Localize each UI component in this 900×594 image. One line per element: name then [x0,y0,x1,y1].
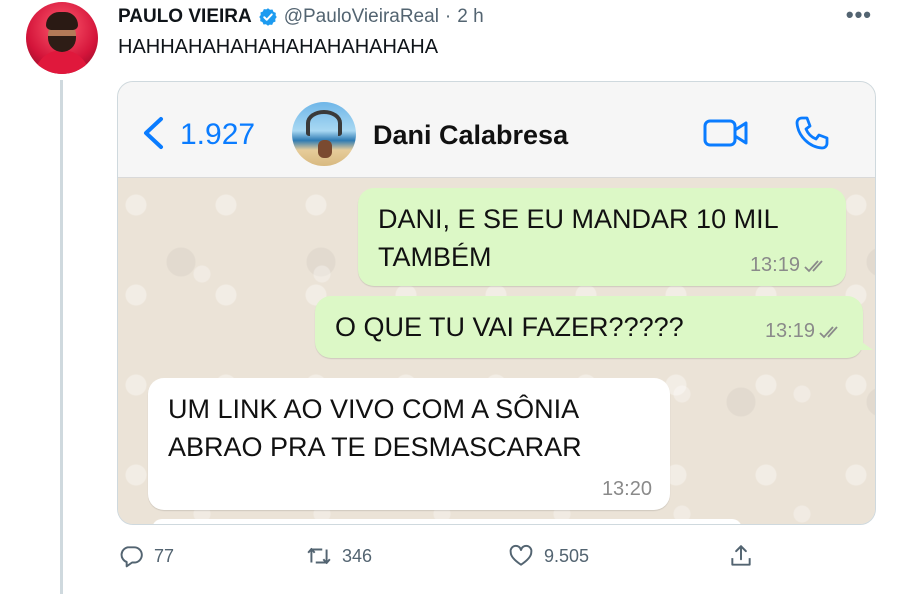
share-icon [731,545,751,566]
message-meta: 13:20 [602,478,652,501]
message-meta: 13:19 [750,254,830,277]
retweet-button[interactable]: 346 [306,543,372,569]
message-text: DANI, E SE EU MANDAR 10 MIL TAMBÉM [378,204,779,272]
message-bubble-incoming[interactable]: UM LINK AO VIVO COM A SÔNIA ABRAO PRA TE… [148,378,670,510]
retweet-icon [307,547,331,565]
reply-icon [120,546,143,568]
like-button[interactable]: 9.505 [508,543,589,569]
like-icon [509,544,533,566]
tweet-time[interactable]: 2 h [457,6,483,28]
phone-call-icon[interactable] [794,115,830,151]
read-ticks-icon [804,259,823,272]
tweet-actions: 77 346 9.505 [0,543,900,579]
message-bubble-outgoing[interactable]: O QUE TU VAI FAZER????? 13:19 [315,296,873,358]
reply-button[interactable]: 77 [118,543,174,569]
message-time: 13:20 [601,478,652,500]
verified-badge-icon [258,8,277,26]
back-chevron-icon[interactable] [140,116,168,150]
contact-name[interactable]: Dani Calabresa [373,120,568,151]
tweet-media-image[interactable]: 1.927 Dani Calabresa DANI, E SE EU MANDA… [117,81,876,525]
message-time: 13:19 [749,254,800,276]
message-meta: 13:19 [765,320,845,343]
thread-line [60,80,63,594]
like-count: 9.505 [544,545,590,566]
reply-count: 77 [154,545,175,566]
more-icon[interactable]: ••• [846,2,872,28]
author-name[interactable]: PAULO VIEIRA [118,6,252,28]
message-bubble-partial [152,519,742,524]
message-text: UM LINK AO VIVO COM A SÔNIA ABRAO PRA TE… [168,394,582,462]
message-time: 13:19 [764,320,815,342]
retweet-count: 346 [342,545,373,566]
read-ticks-icon [819,325,838,338]
author-avatar[interactable] [26,2,98,74]
tweet-text: HAHHAHAHAHAHAHAHAHAHAHA [118,36,439,58]
contact-avatar[interactable] [292,102,356,166]
separator-dot: · [444,6,452,27]
author-handle[interactable]: @PauloVieiraReal [284,6,439,28]
whatsapp-header: 1.927 Dani Calabresa [118,82,875,178]
message-bubble-outgoing[interactable]: DANI, E SE EU MANDAR 10 MIL TAMBÉM 13:19 [358,188,846,286]
message-text: O QUE TU VAI FAZER????? [335,312,684,342]
share-button[interactable] [728,543,754,569]
unread-count[interactable]: 1.927 [180,118,255,152]
video-call-icon[interactable] [703,118,749,148]
chat-area: DANI, E SE EU MANDAR 10 MIL TAMBÉM 13:19… [118,178,875,524]
tweet-header: PAULO VIEIRA @PauloVieiraReal · 2 h [118,6,484,28]
